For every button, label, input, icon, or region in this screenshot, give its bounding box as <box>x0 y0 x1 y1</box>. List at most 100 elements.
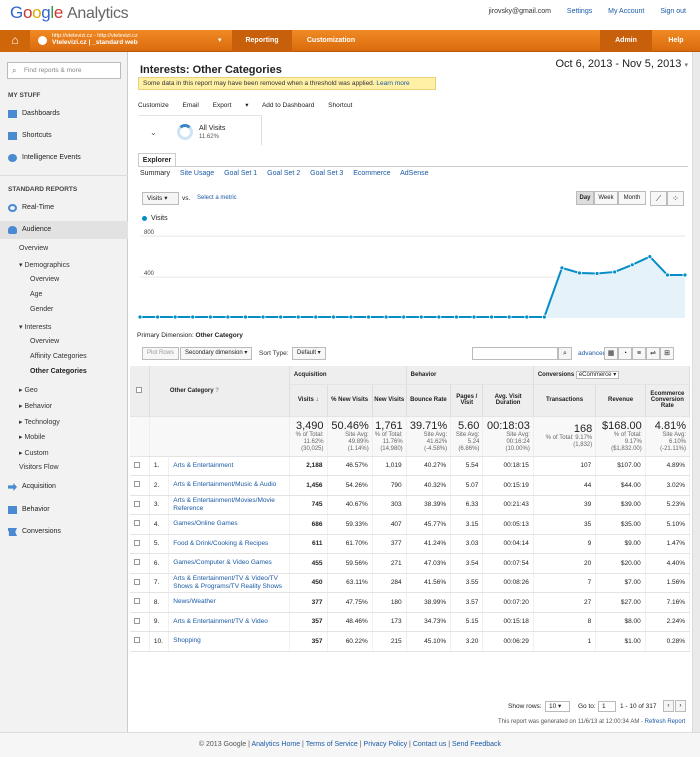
chevron-icon[interactable]: ⌄ <box>150 128 157 137</box>
day-button[interactable]: Day <box>576 191 594 205</box>
row-checkbox[interactable] <box>130 475 150 496</box>
data-point[interactable] <box>348 314 354 320</box>
data-point[interactable] <box>295 314 301 320</box>
data-point[interactable] <box>594 271 600 276</box>
data-point[interactable] <box>629 262 635 268</box>
header-visits[interactable]: Visits ↓ <box>289 384 328 417</box>
account-dropdown-icon[interactable]: ▾ <box>218 36 222 44</box>
account-selector[interactable]: http://vtelevizi.cz - http://vtelevizi.c… <box>52 33 138 46</box>
nav-interests-overview[interactable]: Overview <box>30 338 59 345</box>
nav-other-categories[interactable]: Other Categories <box>30 368 87 375</box>
home-icon[interactable]: ⌂ <box>0 30 30 52</box>
show-rows-dropdown[interactable]: 10 ▾ <box>545 701 570 712</box>
google-analytics-logo[interactable]: Google Analytics <box>10 3 129 23</box>
next-page-button[interactable]: › <box>675 700 686 712</box>
nav-technology[interactable]: ▸ Technology <box>19 418 60 426</box>
date-range-selector[interactable]: Oct 6, 2013 - Nov 5, 2013 ▾ <box>555 58 688 70</box>
category-link[interactable]: Arts & Entertainment/TV & Video <box>168 612 290 632</box>
tab-help[interactable]: Help <box>656 30 696 52</box>
line-chart-icon[interactable]: ⟋ <box>650 191 667 206</box>
secondary-dimension-dropdown[interactable]: Secondary dimension ▾ <box>180 347 253 360</box>
privacy-link[interactable]: Privacy Policy <box>364 741 408 748</box>
table-search-input[interactable] <box>472 347 558 360</box>
goto-page-input[interactable]: 1 <box>598 701 616 712</box>
advanced-filter-link[interactable]: advanced <box>578 350 606 357</box>
sidebar-item-shortcuts[interactable]: Shortcuts <box>0 127 128 145</box>
export-button[interactable]: Export ▾ <box>213 102 249 109</box>
conversion-type-dropdown[interactable]: eCommerce ▾ <box>575 371 620 380</box>
data-point[interactable] <box>506 314 512 320</box>
select-all-checkbox[interactable] <box>130 366 150 417</box>
data-point[interactable] <box>418 314 424 320</box>
nav-behavior-sub[interactable]: ▸ Behavior <box>19 402 52 410</box>
nav-mobile[interactable]: ▸ Mobile <box>19 433 45 441</box>
subtab-summary[interactable]: Summary <box>140 170 170 177</box>
header-ecom-conv-rate[interactable]: Ecommerce Conversion Rate <box>645 384 691 417</box>
tab-customization[interactable]: Customization <box>296 30 366 52</box>
tab-admin[interactable]: Admin <box>600 30 652 52</box>
data-point[interactable] <box>366 314 371 320</box>
header-bounce-rate[interactable]: Bounce Rate <box>406 384 452 417</box>
sidebar-item-realtime[interactable]: Real-Time <box>0 199 128 217</box>
sidebar-item-dashboards[interactable]: Dashboards <box>0 105 128 123</box>
row-checkbox[interactable] <box>130 592 150 613</box>
sidebar-item-behavior[interactable]: Behavior <box>0 501 128 519</box>
nav-audience-overview[interactable]: Overview <box>19 245 48 252</box>
terms-link[interactable]: Terms of Service <box>306 741 358 748</box>
nav-geo[interactable]: ▸ Geo <box>19 386 38 394</box>
search-icon[interactable]: ⌕ <box>558 347 572 360</box>
month-button[interactable]: Month <box>618 191 646 205</box>
pie-view-icon[interactable]: ◔ <box>618 347 632 360</box>
page-scrollbar[interactable] <box>692 52 700 732</box>
settings-link[interactable]: Settings <box>567 8 592 15</box>
data-point[interactable] <box>454 314 459 320</box>
data-point[interactable] <box>190 314 196 320</box>
header-revenue[interactable]: Revenue <box>595 384 646 417</box>
data-point[interactable] <box>383 314 389 320</box>
data-point[interactable] <box>155 314 160 320</box>
row-checkbox[interactable] <box>130 534 150 554</box>
tab-explorer[interactable]: Explorer <box>138 153 176 167</box>
category-link[interactable]: Food & Drink/Cooking & Recipes <box>168 534 290 554</box>
data-point[interactable] <box>647 254 653 260</box>
nav-age[interactable]: Age <box>30 291 42 298</box>
sign-out-link[interactable]: Sign out <box>660 8 686 15</box>
nav-custom[interactable]: ▸ Custom <box>19 449 49 457</box>
row-checkbox[interactable] <box>130 514 150 535</box>
data-point[interactable] <box>172 314 178 320</box>
row-checkbox[interactable] <box>130 631 150 652</box>
nav-visitors-flow[interactable]: Visitors Flow <box>19 464 59 471</box>
motion-chart-icon[interactable]: ⁘ <box>667 191 684 206</box>
analytics-home-link[interactable]: Analytics Home <box>251 741 300 748</box>
subtab-goal-set-3[interactable]: Goal Set 3 <box>310 170 343 177</box>
nav-gender[interactable]: Gender <box>30 306 53 313</box>
add-to-dashboard-button[interactable]: Add to Dashboard <box>262 102 314 109</box>
learn-more-link[interactable]: Learn more <box>376 80 409 87</box>
header-pages-visit[interactable]: Pages / Visit <box>450 384 484 417</box>
segment-selector[interactable]: ⌄ All Visits 11.62% <box>138 115 262 145</box>
data-point[interactable] <box>313 314 319 320</box>
customize-button[interactable]: Customize <box>138 102 169 109</box>
sidebar-search-input[interactable]: ⌕ Find reports & more <box>7 62 121 79</box>
header-avg-duration[interactable]: Avg. Visit Duration <box>482 384 534 417</box>
feedback-link[interactable]: Send Feedback <box>452 741 501 748</box>
week-button[interactable]: Week <box>594 191 618 205</box>
data-point[interactable] <box>682 272 688 278</box>
category-link[interactable]: Shopping <box>168 631 290 652</box>
nav-affinity-categories[interactable]: Affinity Categories <box>30 353 87 360</box>
header-transactions[interactable]: Transactions <box>533 384 597 417</box>
prev-page-button[interactable]: ‹ <box>663 700 674 712</box>
data-point[interactable] <box>207 314 213 320</box>
shortcut-button[interactable]: Shortcut <box>328 102 352 109</box>
sidebar-item-audience[interactable]: Audience <box>0 221 128 239</box>
table-view-icon[interactable]: ▦ <box>604 347 618 360</box>
comparison-view-icon[interactable]: ⇌ <box>646 347 660 360</box>
data-point[interactable] <box>225 314 231 320</box>
data-point[interactable] <box>541 314 547 320</box>
data-point[interactable] <box>612 269 618 275</box>
data-point[interactable] <box>524 314 530 320</box>
category-link[interactable]: Arts & Entertainment <box>168 456 290 476</box>
data-point[interactable] <box>243 314 248 320</box>
plot-rows-button[interactable]: Plot Rows <box>142 347 180 360</box>
subtab-site-usage[interactable]: Site Usage <box>180 170 214 177</box>
